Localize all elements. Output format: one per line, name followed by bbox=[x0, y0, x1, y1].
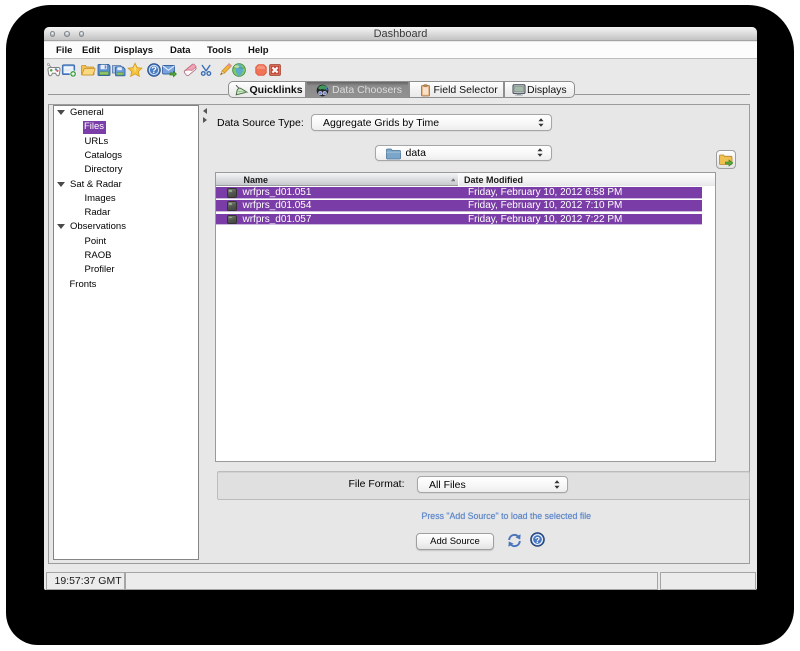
svg-text:?: ? bbox=[151, 65, 157, 75]
svg-text:?: ? bbox=[535, 535, 540, 545]
